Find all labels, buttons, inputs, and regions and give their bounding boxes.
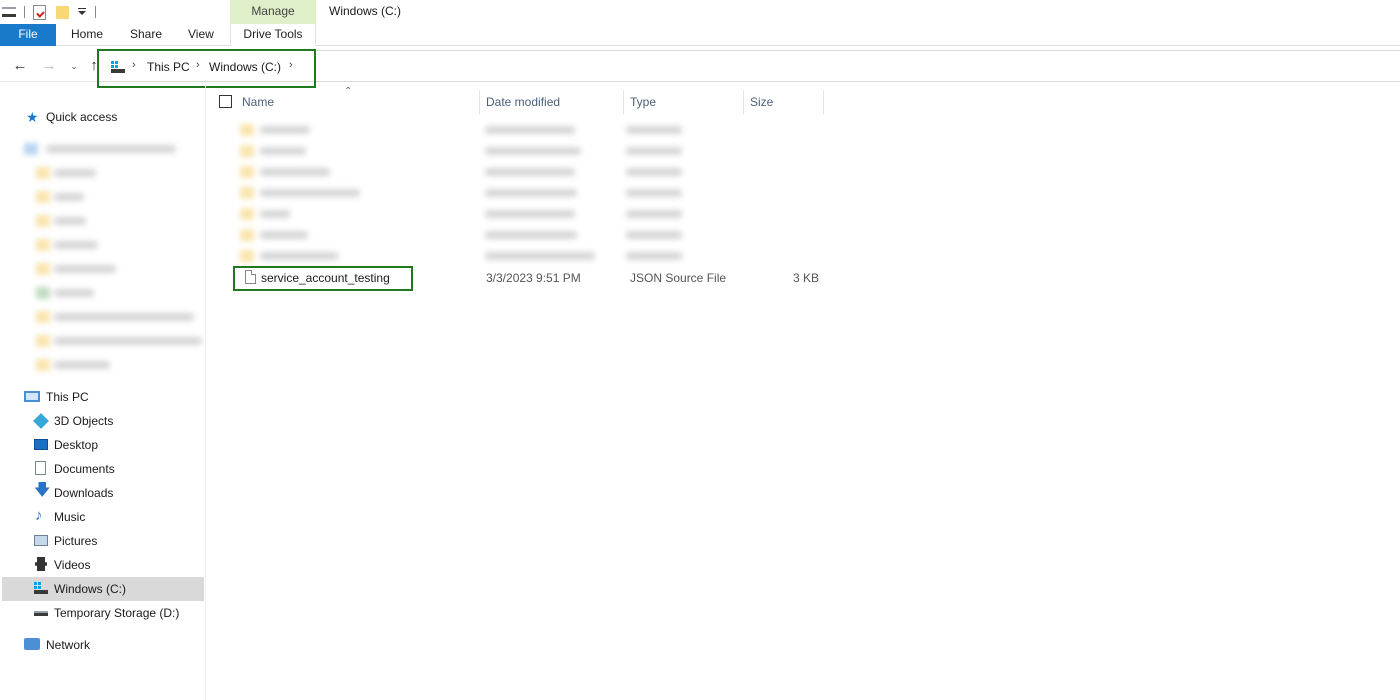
drive-icon [2,7,16,17]
toolbar-divider [24,6,25,18]
forward-arrow-icon[interactable]: → [41,58,57,74]
sidebar-item-downloads[interactable]: 🡇 Downloads [34,482,194,504]
file-name[interactable]: service_account_testing [261,271,390,285]
quick-access-toolbar [0,2,96,22]
sidebar-item-label: Temporary Storage (D:) [54,606,180,620]
window-title: Windows (C:) [329,4,402,18]
downloads-icon: 🡇 [34,482,51,499]
sidebar-item-desktop[interactable]: Desktop [34,434,194,456]
title-bar: Manage Windows (C:) [0,0,1400,24]
sidebar-item-windows-c[interactable]: Windows (C:) [34,578,194,600]
file-type: JSON Source File [630,271,727,285]
toolbar-divider [95,6,96,18]
recent-locations-chevron-icon[interactable]: ⌄ [66,58,82,74]
3d-objects-icon [33,413,49,429]
manage-contextual-tab[interactable]: Manage [230,0,316,24]
sidebar-item-quick-access[interactable]: ★ Quick access [26,106,196,128]
customize-toolbar-icon[interactable] [78,8,86,15]
column-header-name[interactable]: Name [242,95,274,109]
column-divider[interactable] [623,90,624,114]
properties-icon[interactable] [33,4,46,20]
file-date-modified: 3/3/2023 9:51 PM [486,271,581,285]
sidebar-item-label: Quick access [46,110,118,124]
file-size: 3 KB [793,271,820,285]
new-folder-icon[interactable] [56,5,69,19]
drive-c-icon [34,582,48,594]
column-header-date-modified[interactable]: Date modified [486,95,560,109]
sidebar-item-temporary-storage-d[interactable]: Temporary Storage (D:) [34,602,204,624]
star-icon: ★ [26,109,39,125]
computer-icon [24,391,40,402]
column-divider[interactable] [479,90,480,114]
tab-file[interactable]: File [0,24,56,46]
sidebar-item-this-pc[interactable]: This PC [24,386,194,408]
sidebar-item-3d-objects[interactable]: 3D Objects [33,410,194,432]
select-all-checkbox[interactable] [219,95,232,108]
json-file-icon [245,270,256,284]
sidebar-item-label: Music [54,510,86,524]
music-icon: ♪ [35,507,43,524]
column-header-row: ⌃ Name Date modified Type Size [210,86,824,114]
column-header-size[interactable]: Size [750,95,773,109]
tab-view[interactable]: View [188,24,214,46]
drive-d-icon [34,611,48,616]
documents-icon [35,461,46,475]
sidebar-item-label: Windows (C:) [54,582,127,596]
sidebar-item-label: Downloads [54,486,114,500]
sidebar-item-label: This PC [46,390,89,404]
column-header-type[interactable]: Type [630,95,656,109]
sidebar-item-label: Network [46,638,91,652]
navigation-bar: ← → ⌄ ↑ › This PC › Windows (C:) › [0,49,1400,88]
sidebar-item-label: Pictures [54,534,98,548]
sidebar-item-pictures[interactable]: Pictures [34,530,194,552]
column-divider[interactable] [823,90,824,114]
tab-share[interactable]: Share [130,24,162,46]
sidebar-item-label: Documents [54,462,115,476]
ribbon-tabs: File Home Share View Drive Tools [0,24,1400,46]
navigation-pane: ★ Quick access This PC 3D Objects Deskto… [0,82,206,700]
tab-drive-tools[interactable]: Drive Tools [230,24,316,46]
sidebar-item-music[interactable]: ♪ Music [34,506,194,528]
sidebar-item-network[interactable]: Network [24,634,194,656]
sidebar-item-label: 3D Objects [54,414,114,428]
sidebar-item-label: Videos [54,558,91,572]
tab-home[interactable]: Home [71,24,103,46]
back-arrow-icon[interactable]: ← [12,58,28,74]
column-divider[interactable] [743,90,744,114]
sidebar-item-videos[interactable]: Videos [34,554,194,576]
desktop-icon [34,439,48,450]
videos-icon [35,557,47,571]
sort-ascending-icon: ⌃ [344,86,353,97]
sidebar-item-documents[interactable]: Documents [34,458,194,480]
network-icon [24,638,40,650]
sidebar-item-label: Desktop [54,438,99,452]
pictures-icon [34,535,48,546]
